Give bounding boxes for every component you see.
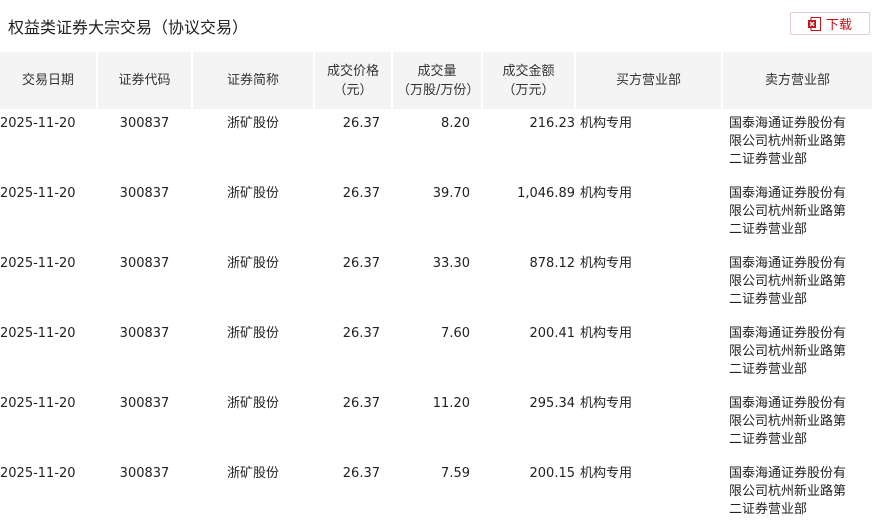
table-body: 2025-11-20 300837 浙矿股份 26.37 8.20 216.23 机构专用国… [0,109,872,529]
column-header-buyer: 买方营业部 [575,52,723,109]
cell-seller: 国泰海通证券股份有限公司杭州新业路第二证券营业部 [729,186,847,237]
table-row: 2025-11-20 300837 浙矿股份 26.37 7.60 200.41 机构专用 国… [0,319,872,389]
cell-volume: 7.60 [441,326,470,341]
cell-seller: 国泰海通证券股份有限公司杭州新业路第二证券营业部 [729,466,847,517]
cell-name: 浙矿股份 [226,466,279,481]
cell-buyer: 机构专用 [580,186,633,201]
excel-file-icon [807,16,821,31]
column-header-text: 证券简称 [226,73,279,88]
cell-date: 2025-11-20 [0,256,76,271]
cell-amount: 200.15 [529,466,576,481]
cell-volume: 39.70 [432,186,470,201]
cell-buyer: 机构专用 [580,256,633,271]
cell-volume: 8.20 [441,116,470,131]
cell-amount: 878.12 [529,256,576,271]
cell-date: 2025-11-20 [0,396,76,411]
cell-volume: 11.20 [432,396,470,411]
column-header-text: 成交价格 [326,63,379,79]
cell-amount: 1,046.89 [517,186,575,201]
column-header-text: 交易日期 [21,73,74,88]
table-row: 2025-11-20 300837 浙矿股份 26.37 33.30 878.12 机构专用… [0,249,872,319]
cell-code: 300837 [119,326,170,341]
cell-code: 300837 [119,186,170,201]
column-header-text: 成交金额 [502,63,555,79]
cell-date: 2025-11-20 [0,326,76,341]
cell-buyer: 机构专用 [580,116,633,131]
cell-amount: 295.34 [529,396,576,411]
cell-code: 300837 [119,256,170,271]
cell-seller: 国泰海通证券股份有限公司杭州新业路第二证券营业部 [729,396,847,447]
cell-volume: 33.30 [432,256,470,271]
column-header-text: 成交量 [417,63,457,79]
cell-price: 26.37 [342,326,380,341]
column-header-text: （万股/万份） [397,82,480,98]
cell-name: 浙矿股份 [226,116,279,131]
cell-price: 26.37 [342,396,380,411]
table-row: 2025-11-20 300837 浙矿股份 26.37 39.70 1,046.89 机构… [0,179,872,249]
column-header-amount: 成交金额 （万元） [482,52,576,109]
cell-amount: 200.41 [529,326,576,341]
title-bar: 权益类证券大宗交易（协议交易） 下载 [0,0,872,48]
cell-buyer: 机构专用 [580,466,633,481]
table-header: 交易日期 证券代码 证券简称 成交价格 （元） 成交量 （万股/万份） 成交金额 （万元） 买方营… [0,52,872,109]
cell-name: 浙矿股份 [226,256,279,271]
cell-volume: 7.59 [441,466,470,481]
table-row: 2025-11-20 300837 浙矿股份 26.37 8.20 216.23 机构专用 国… [0,109,872,179]
cell-buyer: 机构专用 [580,326,633,341]
header-row: 交易日期 证券代码 证券简称 成交价格 （元） 成交量 （万股/万份） 成交金额 （万元） 买方营… [0,52,872,109]
column-header-text: 证券代码 [118,73,171,88]
column-header-volume: 成交量 （万股/万份） [392,52,483,109]
cell-amount: 216.23 [529,116,576,131]
cell-price: 26.37 [342,116,380,131]
table-row: 2025-11-20 300837 浙矿股份 26.37 7.59 200.15 机构专用 国… [0,459,872,529]
cell-date: 2025-11-20 [0,116,76,131]
cell-price: 26.37 [342,186,380,201]
cell-seller: 国泰海通证券股份有限公司杭州新业路第二证券营业部 [729,256,847,307]
column-header-seller: 卖方营业部 [722,52,872,109]
column-header-date: 交易日期 [0,52,98,109]
column-header-text: （万元） [502,82,555,98]
column-header-price: 成交价格 （元） [314,52,393,109]
cell-name: 浙矿股份 [226,326,279,341]
download-button[interactable]: 下载 [790,12,870,35]
column-header-text: （元） [333,82,373,98]
column-header-name: 证券简称 [192,52,315,109]
cell-buyer: 机构专用 [580,396,633,411]
cell-seller: 国泰海通证券股份有限公司杭州新业路第二证券营业部 [729,116,847,167]
cell-seller: 国泰海通证券股份有限公司杭州新业路第二证券营业部 [729,326,847,377]
cell-code: 300837 [119,396,170,411]
download-label: 下载 [825,18,852,33]
table-row: 2025-11-20 300837 浙矿股份 26.37 11.20 295.34 机构专用… [0,389,872,459]
cell-code: 300837 [119,116,170,131]
page-title: 权益类证券大宗交易（协议交易） [8,18,249,37]
cell-name: 浙矿股份 [226,186,279,201]
column-header-text: 买方营业部 [615,73,681,88]
cell-code: 300837 [119,466,170,481]
block-trade-table: 交易日期 证券代码 证券简称 成交价格 （元） 成交量 （万股/万份） 成交金额 （万元） 买方营… [0,52,872,529]
cell-name: 浙矿股份 [226,396,279,411]
column-header-code: 证券代码 [97,52,193,109]
cell-date: 2025-11-20 [0,186,76,201]
cell-price: 26.37 [342,256,380,271]
column-header-text: 卖方营业部 [764,73,830,88]
cell-price: 26.37 [342,466,380,481]
cell-date: 2025-11-20 [0,466,76,481]
